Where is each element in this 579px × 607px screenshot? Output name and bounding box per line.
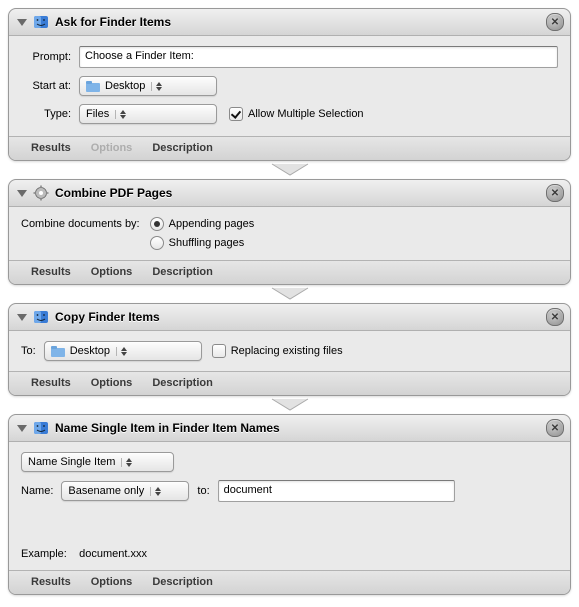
to-label: To:	[21, 345, 36, 357]
ask-finder-items-panel: Ask for Finder Items ✕ Prompt: Choose a …	[8, 8, 571, 161]
name-part-value: Basename only	[68, 485, 144, 497]
tab-options[interactable]: Options	[91, 576, 133, 588]
close-button[interactable]: ✕	[546, 308, 564, 326]
pdf-gear-icon	[33, 185, 49, 201]
copy-finder-items-panel: Copy Finder Items ✕ To: Desktop Replacin…	[8, 303, 571, 396]
example-value: document.xxx	[79, 548, 147, 560]
type-label: Type:	[21, 108, 71, 120]
allow-multiple-checkbox[interactable]	[229, 107, 243, 121]
combine-by-label: Combine documents by:	[21, 217, 140, 230]
panel-footer: Results Options Description	[9, 260, 570, 284]
tab-description[interactable]: Description	[152, 266, 213, 278]
disclosure-triangle-icon[interactable]	[17, 19, 27, 26]
close-button[interactable]: ✕	[546, 419, 564, 437]
replace-checkbox[interactable]	[212, 344, 226, 358]
replace-label: Replacing existing files	[231, 345, 343, 357]
tab-results[interactable]: Results	[31, 377, 71, 389]
panel-title: Name Single Item in Finder Item Names	[55, 421, 280, 435]
panel-footer: Results Options Description	[9, 570, 570, 594]
mode-value: Name Single Item	[28, 456, 115, 468]
start-at-label: Start at:	[21, 80, 71, 92]
panel-body: Combine documents by: Appending pages Sh…	[9, 207, 570, 260]
type-value: Files	[86, 108, 109, 120]
disclosure-triangle-icon[interactable]	[17, 425, 27, 432]
allow-multiple-label: Allow Multiple Selection	[248, 108, 364, 120]
finder-icon	[33, 14, 49, 30]
appending-radio[interactable]	[150, 217, 164, 231]
titlebar[interactable]: Copy Finder Items ✕	[9, 304, 570, 331]
tab-options[interactable]: Options	[91, 142, 133, 154]
shuffling-label: Shuffling pages	[169, 237, 245, 249]
panel-body: To: Desktop Replacing existing files	[9, 331, 570, 371]
combine-pdf-panel: Combine PDF Pages ✕ Combine documents by…	[8, 179, 571, 285]
panel-body: Prompt: Choose a Finder Item: Start at: …	[9, 36, 570, 136]
tab-results[interactable]: Results	[31, 266, 71, 278]
finder-icon	[33, 420, 49, 436]
connector-icon	[8, 163, 571, 177]
name-single-item-panel: Name Single Item in Finder Item Names ✕ …	[8, 414, 571, 595]
shuffling-radio[interactable]	[150, 236, 164, 250]
connector-icon	[8, 287, 571, 301]
close-button[interactable]: ✕	[546, 13, 564, 31]
start-at-popup[interactable]: Desktop	[79, 76, 217, 96]
panel-title: Copy Finder Items	[55, 310, 160, 324]
example-label: Example:	[21, 548, 67, 560]
popup-arrows-icon	[115, 110, 130, 119]
popup-arrows-icon	[121, 458, 136, 467]
popup-arrows-icon	[150, 487, 165, 496]
titlebar[interactable]: Name Single Item in Finder Item Names ✕	[9, 415, 570, 442]
popup-arrows-icon	[151, 82, 166, 91]
titlebar[interactable]: Combine PDF Pages ✕	[9, 180, 570, 207]
titlebar[interactable]: Ask for Finder Items ✕	[9, 9, 570, 36]
finder-icon	[33, 309, 49, 325]
tab-results[interactable]: Results	[31, 576, 71, 588]
name-to-input[interactable]: document	[218, 480, 455, 502]
panel-body: Name Single Item Name: Basename only to:…	[9, 442, 570, 570]
tab-results[interactable]: Results	[31, 142, 71, 154]
disclosure-triangle-icon[interactable]	[17, 190, 27, 197]
tab-options[interactable]: Options	[91, 377, 133, 389]
prompt-label: Prompt:	[21, 51, 71, 63]
mode-popup[interactable]: Name Single Item	[21, 452, 174, 472]
appending-label: Appending pages	[169, 218, 255, 230]
name-label: Name:	[21, 485, 53, 497]
disclosure-triangle-icon[interactable]	[17, 314, 27, 321]
popup-arrows-icon	[116, 347, 131, 356]
name-to-label: to:	[197, 485, 209, 497]
tab-description[interactable]: Description	[152, 142, 213, 154]
prompt-input[interactable]: Choose a Finder Item:	[79, 46, 558, 68]
tab-description[interactable]: Description	[152, 377, 213, 389]
type-popup[interactable]: Files	[79, 104, 217, 124]
desktop-folder-icon	[51, 346, 65, 357]
panel-title: Combine PDF Pages	[55, 186, 172, 200]
tab-options[interactable]: Options	[91, 266, 133, 278]
desktop-folder-icon	[86, 81, 100, 92]
connector-icon	[8, 398, 571, 412]
close-button[interactable]: ✕	[546, 184, 564, 202]
panel-footer: Results Options Description	[9, 371, 570, 395]
to-value: Desktop	[70, 345, 110, 357]
name-part-popup[interactable]: Basename only	[61, 481, 189, 501]
start-at-value: Desktop	[105, 80, 145, 92]
panel-footer: Results Options Description	[9, 136, 570, 160]
tab-description[interactable]: Description	[152, 576, 213, 588]
to-popup[interactable]: Desktop	[44, 341, 202, 361]
panel-title: Ask for Finder Items	[55, 15, 171, 29]
